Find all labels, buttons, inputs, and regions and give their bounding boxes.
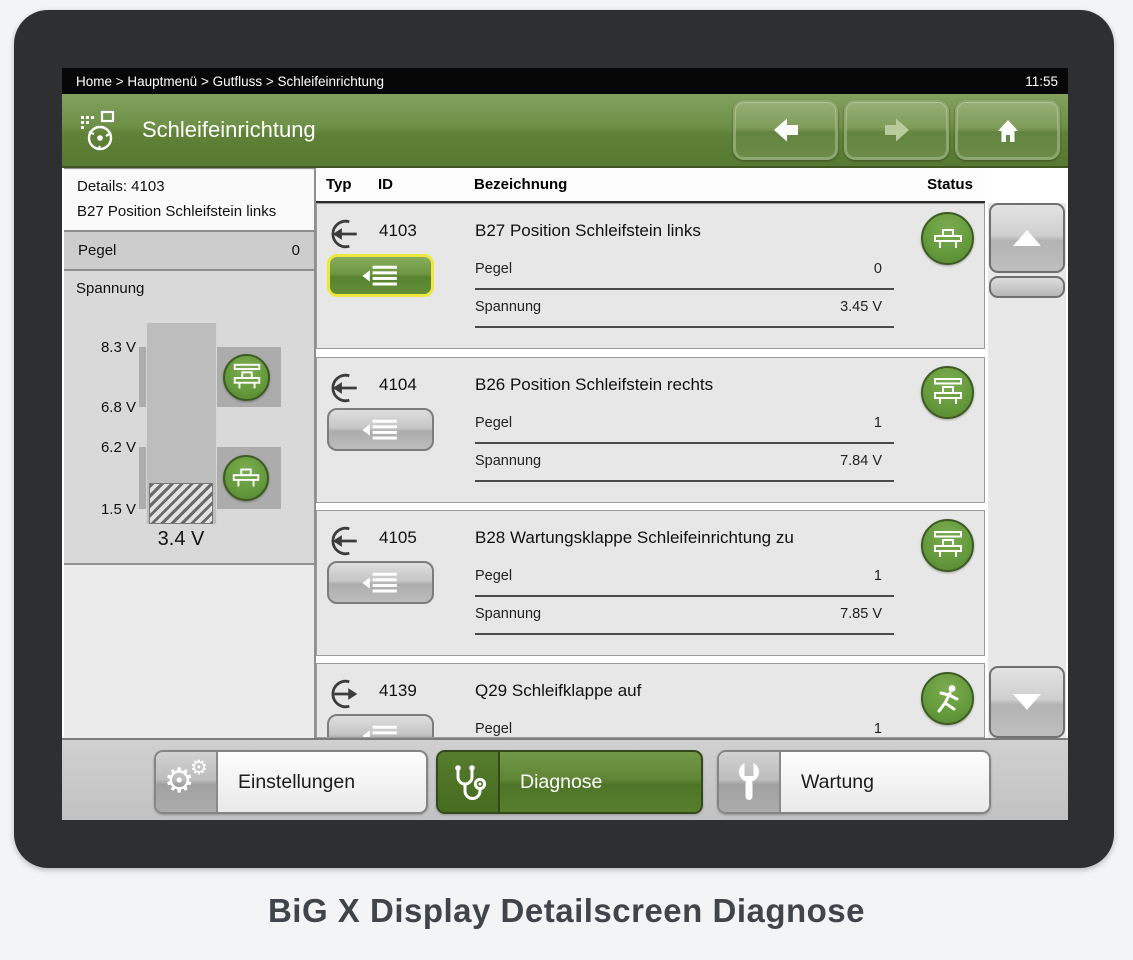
tab-wartung[interactable]: Wartung bbox=[717, 750, 991, 814]
table-row[interactable]: 4104 B26 Position Schleifstein rechts bbox=[316, 357, 985, 503]
pegel-value: 1 bbox=[475, 415, 894, 431]
tab-einstellungen[interactable]: ⚙ ⚙ Einstellungen bbox=[154, 750, 428, 814]
scroll-up-icon bbox=[1013, 230, 1041, 246]
table-row[interactable]: 4139 Q29 Schleifklappe auf bbox=[316, 663, 985, 738]
voltage-gauge-panel: Spannung bbox=[64, 271, 314, 565]
sidebar-empty-area bbox=[64, 565, 314, 741]
tab-label: Diagnose bbox=[500, 771, 602, 794]
clock: 11:55 bbox=[1025, 74, 1058, 89]
wrench-icon bbox=[719, 752, 781, 812]
pegel-value: 1 bbox=[475, 568, 894, 584]
pegel-label: Pegel bbox=[78, 242, 116, 259]
back-button[interactable] bbox=[733, 100, 838, 160]
list-detail-icon bbox=[357, 569, 405, 597]
table-scrollbar bbox=[988, 203, 1066, 738]
grinding-stone-up-icon bbox=[223, 354, 270, 401]
scroll-down-button[interactable] bbox=[989, 666, 1065, 738]
divider bbox=[475, 288, 894, 290]
tab-label: Einstellungen bbox=[218, 771, 355, 794]
gauge-tick-3: 6.2 V bbox=[64, 439, 136, 456]
detail-list-button[interactable] bbox=[327, 254, 434, 297]
gauge-tick-1: 8.3 V bbox=[64, 339, 136, 356]
signal-id: 4139 bbox=[379, 681, 417, 701]
detail-list-button[interactable] bbox=[327, 561, 434, 604]
tab-label: Wartung bbox=[781, 771, 874, 794]
device-bezel: Home > Hauptmenü > Gutfluss > Schleifein… bbox=[14, 10, 1114, 868]
spannung-value: 3.45 V bbox=[475, 299, 894, 315]
arrow-right-icon bbox=[881, 115, 913, 145]
details-title: Details: 4103 bbox=[77, 178, 165, 195]
output-signal-icon bbox=[327, 677, 361, 711]
input-signal-icon bbox=[327, 217, 361, 251]
divider bbox=[475, 480, 894, 482]
spannung-label: Spannung bbox=[76, 280, 144, 297]
arrow-left-icon bbox=[770, 115, 802, 145]
table-row[interactable]: 4105 B28 Wartungsklappe Schleifeinrichtu… bbox=[316, 510, 985, 656]
stethoscope-icon bbox=[438, 752, 500, 812]
gauge-tick-2: 6.8 V bbox=[64, 399, 136, 416]
forward-button[interactable] bbox=[844, 100, 949, 160]
input-signal-icon bbox=[327, 371, 361, 405]
pegel-value: 0 bbox=[475, 261, 894, 277]
list-detail-icon bbox=[357, 416, 405, 444]
detail-list-button[interactable] bbox=[327, 714, 434, 738]
signal-name: B26 Position Schleifstein rechts bbox=[475, 375, 713, 395]
detail-sidebar: Details: 4103 B27 Position Schleifstein … bbox=[64, 168, 316, 740]
divider bbox=[475, 633, 894, 635]
divider bbox=[475, 442, 894, 444]
spannung-value: 7.85 V bbox=[475, 606, 894, 622]
col-status: Status bbox=[904, 176, 996, 193]
list-detail-icon bbox=[357, 722, 405, 739]
status-bar: Home > Hauptmenü > Gutfluss > Schleifein… bbox=[62, 68, 1068, 94]
signal-name: B28 Wartungsklappe Schleifeinrichtung zu bbox=[475, 528, 794, 548]
gauge-tick-4: 1.5 V bbox=[64, 501, 136, 518]
list-detail-icon bbox=[357, 262, 405, 290]
sidebar-pegel-row: Pegel 0 bbox=[64, 232, 314, 271]
divider bbox=[475, 595, 894, 597]
signal-id: 4105 bbox=[379, 528, 417, 548]
home-button[interactable] bbox=[955, 100, 1060, 160]
grinding-stone-down-icon bbox=[921, 212, 974, 265]
running-man-icon bbox=[921, 672, 974, 725]
signal-id: 4103 bbox=[379, 221, 417, 241]
scroll-down-icon bbox=[1013, 694, 1041, 710]
pegel-value: 1 bbox=[475, 721, 894, 737]
title-header: Schleifeinrichtung bbox=[62, 94, 1068, 168]
col-id: ID bbox=[378, 176, 393, 193]
sharpening-device-icon bbox=[76, 107, 124, 155]
grinding-stone-up-icon bbox=[921, 366, 974, 419]
scrollbar-thumb[interactable] bbox=[989, 276, 1065, 298]
tab-diagnose[interactable]: Diagnose bbox=[436, 750, 703, 814]
detail-list-button[interactable] bbox=[327, 408, 434, 451]
gauge-value: 3.4 V bbox=[116, 528, 246, 551]
signal-name: B27 Position Schleifstein links bbox=[475, 221, 701, 241]
grinding-stone-down-icon bbox=[223, 455, 269, 501]
input-signal-icon bbox=[327, 524, 361, 558]
signal-name: Q29 Schleifklappe auf bbox=[475, 681, 641, 701]
grinding-stone-up-icon bbox=[921, 519, 974, 572]
gauge-current-value-bar bbox=[149, 483, 213, 524]
signal-id: 4104 bbox=[379, 375, 417, 395]
sidebar-details-box: Details: 4103 B27 Position Schleifstein … bbox=[64, 170, 314, 232]
col-bezeichnung: Bezeichnung bbox=[474, 176, 567, 193]
scroll-up-button[interactable] bbox=[989, 203, 1065, 273]
page-title: Schleifeinrichtung bbox=[142, 117, 316, 143]
gears-icon: ⚙ ⚙ bbox=[156, 752, 218, 812]
details-name: B27 Position Schleifstein links bbox=[77, 203, 276, 220]
breadcrumb: Home > Hauptmenü > Gutfluss > Schleifein… bbox=[76, 74, 384, 89]
bottom-tab-bar: ⚙ ⚙ Einstellungen bbox=[62, 738, 1068, 820]
col-typ: Typ bbox=[326, 176, 352, 193]
spannung-value: 7.84 V bbox=[475, 453, 894, 469]
pegel-value: 0 bbox=[292, 242, 300, 259]
divider bbox=[475, 326, 894, 328]
home-icon bbox=[992, 115, 1024, 145]
image-caption: BiG X Display Detailscreen Diagnose bbox=[0, 892, 1133, 930]
table-header: Typ ID Bezeichnung Status bbox=[316, 168, 985, 203]
display-screen: Home > Hauptmenü > Gutfluss > Schleifein… bbox=[62, 68, 1068, 820]
table-row[interactable]: 4103 B27 Position Schleifstein links bbox=[316, 203, 985, 349]
